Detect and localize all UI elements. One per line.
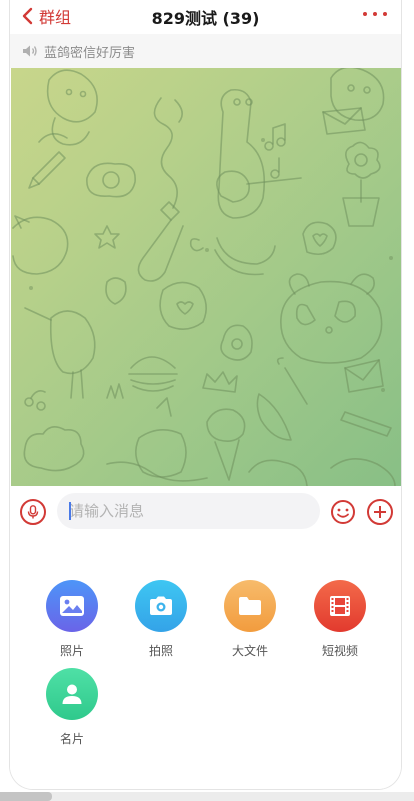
back-label: 群组 xyxy=(39,8,72,27)
message-input-bar xyxy=(10,486,401,536)
plus-icon[interactable] xyxy=(367,499,393,525)
voice-button[interactable] xyxy=(20,499,46,525)
contact-card-action-label: 名片 xyxy=(59,732,84,746)
contact-card-icon xyxy=(46,668,98,720)
camera-icon xyxy=(135,580,187,632)
folder-icon xyxy=(224,580,276,632)
chat-message-area[interactable] xyxy=(11,68,401,486)
message-input[interactable] xyxy=(57,493,320,529)
speaker-icon xyxy=(23,45,37,57)
group-announcement[interactable]: 蓝鸽密信好厉害 xyxy=(10,34,401,68)
microphone-icon xyxy=(27,505,39,519)
photo-action[interactable]: 照片 xyxy=(32,580,112,659)
more-options-button[interactable] xyxy=(363,8,387,20)
photo-action-label: 照片 xyxy=(59,644,84,658)
camera-action-label: 拍照 xyxy=(148,644,173,658)
short-video-action-label: 短视频 xyxy=(321,644,358,658)
nav-bar: 群组 829测试 (39) xyxy=(10,0,401,34)
chevron-left-icon xyxy=(22,7,33,25)
image-icon xyxy=(46,580,98,632)
short-video-action[interactable]: 短视频 xyxy=(300,580,380,659)
contact-card-action[interactable]: 名片 xyxy=(32,668,112,747)
film-icon xyxy=(314,580,366,632)
back-button[interactable]: 群组 xyxy=(21,4,71,28)
emoji-icon[interactable] xyxy=(330,499,356,525)
large-file-action[interactable]: 大文件 xyxy=(210,580,290,659)
more-actions-panel: 照片 拍照 大文件 短视频 名片 xyxy=(10,536,401,789)
app-window: 群组 829测试 (39) 蓝鸽密信好厉害 请输入消息 照片 拍照 大文件 短视… xyxy=(9,0,402,790)
more-horizontal-icon xyxy=(363,12,367,16)
text-caret xyxy=(69,502,71,520)
horizontal-scrollbar[interactable] xyxy=(0,792,414,801)
camera-action[interactable]: 拍照 xyxy=(121,580,201,659)
large-file-action-label: 大文件 xyxy=(231,644,268,658)
doodle-wallpaper xyxy=(12,68,396,486)
announcement-text: 蓝鸽密信好厉害 xyxy=(44,45,136,61)
scrollbar-thumb[interactable] xyxy=(0,792,52,801)
